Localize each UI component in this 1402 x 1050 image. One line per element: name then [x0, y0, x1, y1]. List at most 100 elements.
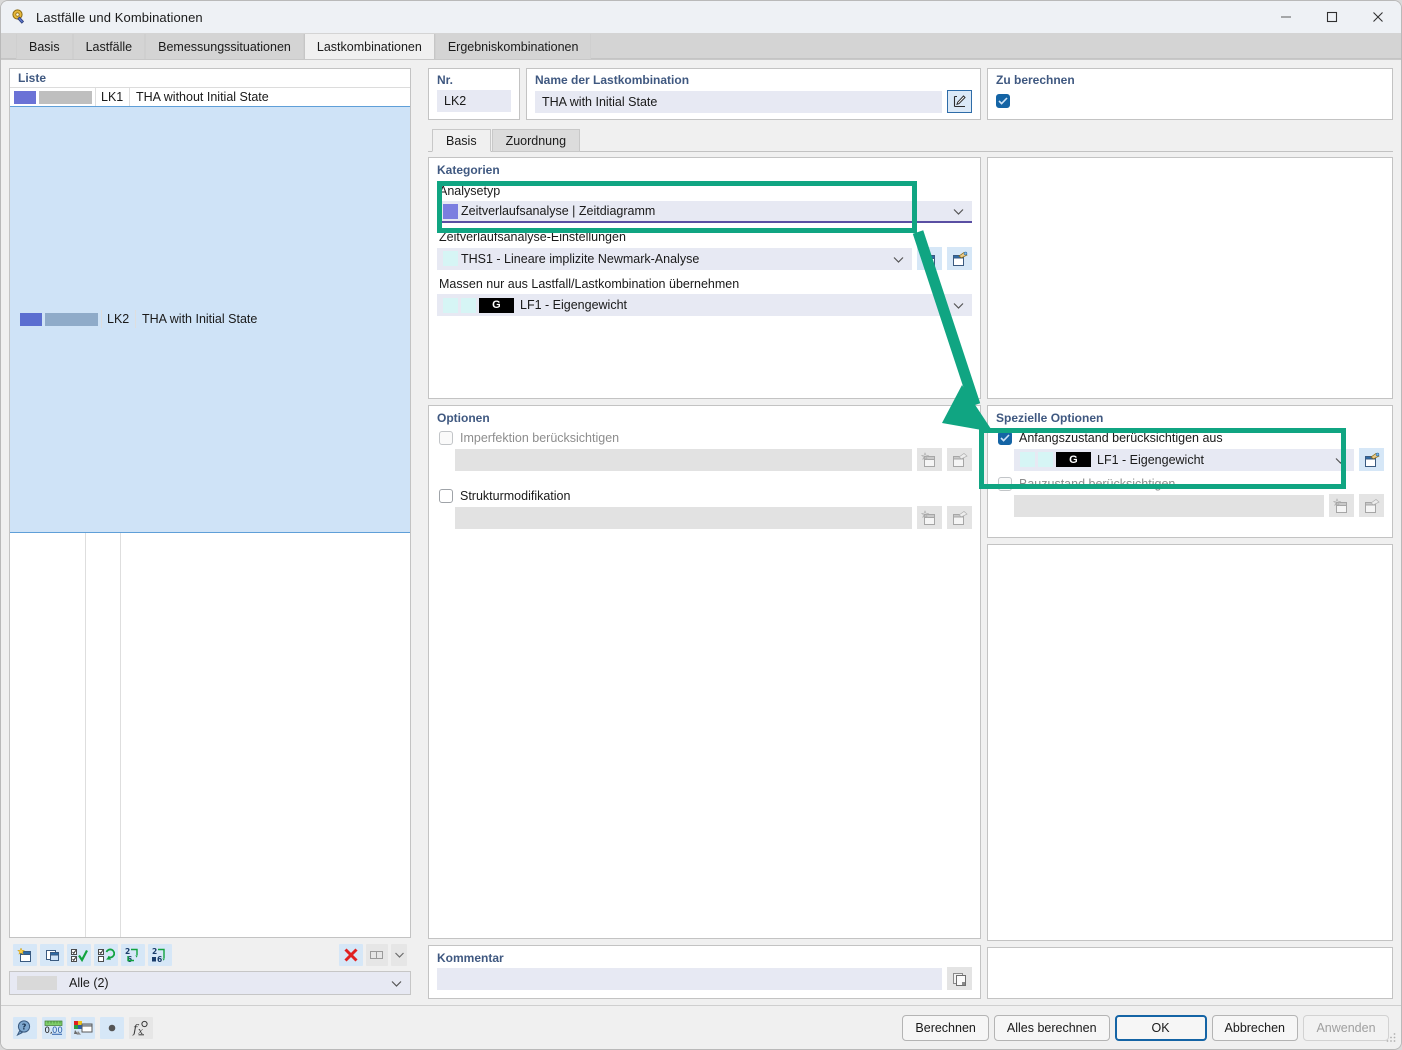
new-imperfection-button: [917, 448, 942, 471]
lower-blank-panel: [987, 544, 1393, 941]
close-icon[interactable]: [1355, 1, 1401, 33]
reorder-button[interactable]: 2 6: [148, 943, 172, 966]
anfangszustand-checkbox[interactable]: [998, 431, 1012, 445]
delete-button[interactable]: [339, 943, 363, 966]
main-tab-strip: Basis Lastfälle Bemessungssituationen La…: [1, 33, 1401, 60]
new-settings-button[interactable]: [917, 247, 942, 270]
edit-pencil-icon[interactable]: [947, 90, 972, 113]
list-empty-area[interactable]: [10, 532, 410, 937]
renumber-button[interactable]: 2 6: [121, 943, 145, 966]
row-color-swatch-secondary: [45, 312, 98, 326]
lock-key-icon: [10, 8, 28, 26]
spezielle-optionen-panel: Spezielle Optionen Anfangszustand berück…: [987, 405, 1393, 538]
dot-icon[interactable]: [100, 1016, 124, 1039]
window-title: Lastfälle und Kombinationen: [36, 9, 203, 25]
chevron-down-icon[interactable]: [391, 943, 407, 966]
comment-library-button[interactable]: [947, 967, 972, 990]
anfangszustand-label: Anfangszustand berücksichtigen aus: [1019, 431, 1223, 445]
zeitverlauf-einstellungen-select[interactable]: THS1 - Lineare implizite Newmark-Analyse: [437, 247, 912, 270]
combination-list[interactable]: Liste LK1 THA without Initial State LK2 …: [9, 68, 411, 938]
tab-ergebniskombinationen[interactable]: Ergebniskombinationen: [434, 34, 592, 59]
bauzustand-checkbox[interactable]: [998, 477, 1012, 491]
anfangszustand-row[interactable]: Anfangszustand berücksichtigen aus: [998, 431, 1384, 445]
resize-grip[interactable]: [1385, 1031, 1397, 1046]
new-item-button[interactable]: [13, 943, 37, 966]
units-button[interactable]: 0, 00: [42, 1016, 66, 1039]
strukturmodifikation-checkbox[interactable]: [439, 489, 453, 503]
nr-input[interactable]: LK2: [437, 90, 511, 112]
title-bar: Lastfälle und Kombinationen: [1, 1, 1401, 33]
help-search-button[interactable]: ?: [13, 1016, 37, 1039]
kommentar-panel: Kommentar: [428, 945, 981, 999]
calculate-button[interactable]: Berechnen: [902, 1014, 989, 1041]
right-column: Spezielle Optionen Anfangszustand berück…: [987, 157, 1393, 999]
inner-tab-basis[interactable]: Basis: [432, 129, 491, 152]
chevron-down-icon: [953, 298, 964, 312]
colors-window-icon[interactable]: [71, 1016, 95, 1039]
name-label: Name der Lastkombination: [535, 73, 690, 87]
chevron-down-icon: [893, 252, 904, 266]
imperfektion-checkbox[interactable]: [439, 431, 453, 445]
chevron-down-icon: [391, 976, 402, 990]
tab-content: Kategorien Analysetyp Zeitverlaufsanalys…: [428, 152, 1393, 1005]
new-modification-button: [917, 506, 942, 529]
invert-selection-button[interactable]: [94, 943, 118, 966]
settings-color-chip: [443, 251, 458, 266]
ok-button[interactable]: OK: [1114, 1014, 1207, 1041]
row-number: LK1: [101, 90, 124, 104]
minimize-icon[interactable]: [1263, 1, 1309, 33]
edit-settings-button[interactable]: [947, 247, 972, 270]
imperfektion-label: Imperfektion berücksichtigen: [460, 431, 620, 445]
imperfektion-row[interactable]: Imperfektion berücksichtigen: [439, 431, 972, 445]
list-panel: Liste LK1 THA without Initial State LK2 …: [9, 68, 411, 1005]
list-filter-row: Alle (2): [9, 971, 411, 997]
imperfektion-select: [455, 448, 912, 471]
svg-text:?: ?: [22, 1022, 27, 1031]
analysetyp-label: Analysetyp: [439, 184, 501, 198]
table-row[interactable]: LK1 THA without Initial State: [10, 88, 410, 106]
name-group: Name der Lastkombination THA with Initia…: [526, 68, 981, 120]
apply-button[interactable]: Anwenden: [1303, 1014, 1389, 1041]
calculate-all-button[interactable]: Alles berechnen: [993, 1014, 1110, 1041]
to-calculate-checkbox[interactable]: [996, 94, 1010, 108]
bauzustand-row[interactable]: Bauzustand berücksichtigen: [998, 477, 1384, 491]
massen-select[interactable]: G LF1 - Eigengewicht: [437, 294, 972, 316]
function-fx-icon[interactable]: f x: [129, 1016, 153, 1039]
tab-basis[interactable]: Basis: [16, 34, 73, 59]
row-color-swatch-secondary: [39, 90, 92, 104]
tab-lastfaelle[interactable]: Lastfälle: [72, 34, 146, 59]
filter-value: Alle (2): [69, 976, 109, 990]
strukturmodifikation-select: [455, 506, 912, 529]
bauzustand-label: Bauzustand berücksichtigen: [1019, 477, 1176, 491]
analysetyp-value: Zeitverlaufsanalyse | Zeitdiagramm: [461, 204, 656, 218]
columns-icon[interactable]: [366, 943, 388, 966]
edit-modification-button: [947, 506, 972, 529]
load-case-tag: G: [1056, 452, 1091, 467]
maximize-icon[interactable]: [1309, 1, 1355, 33]
tab-lastkombinationen[interactable]: Lastkombinationen: [303, 34, 435, 59]
anfangszustand-color-chip: [1020, 452, 1035, 467]
table-row[interactable]: LK2 THA with Initial State: [10, 106, 410, 533]
row-color-swatch-primary: [20, 312, 42, 326]
zeitverlauf-einstellungen-value: THS1 - Lineare implizite Newmark-Analyse: [461, 251, 700, 266]
list-toolbar: 2 6 2 6: [9, 938, 411, 971]
list-filter-select[interactable]: Alle (2): [9, 971, 411, 995]
name-input[interactable]: THA with Initial State: [535, 90, 942, 113]
tab-bemessungssituationen[interactable]: Bemessungssituationen: [145, 34, 304, 59]
edit-initial-state-button[interactable]: [1359, 448, 1384, 471]
zeitverlauf-einstellungen-label: Zeitverlaufsanalyse-Einstellungen: [439, 230, 626, 244]
copy-item-button[interactable]: [40, 943, 64, 966]
massen-color-chip-2: [461, 297, 476, 313]
row-name: THA with Initial State: [142, 312, 258, 327]
kommentar-input[interactable]: [437, 967, 942, 990]
to-calculate-group: Zu berechnen: [987, 68, 1393, 120]
row-color-swatch-primary: [14, 90, 36, 104]
anfangszustand-select[interactable]: G LF1 - Eigengewicht: [1014, 448, 1354, 471]
inner-tab-zuordnung[interactable]: Zuordnung: [491, 129, 581, 152]
select-all-button[interactable]: [67, 943, 91, 966]
analysetyp-color-chip: [443, 203, 458, 219]
strukturmodifikation-row[interactable]: Strukturmodifikation: [439, 489, 972, 503]
inner-tab-strip: Basis Zuordnung: [428, 127, 1393, 152]
cancel-button[interactable]: Abbrechen: [1211, 1014, 1298, 1041]
analysetyp-select[interactable]: Zeitverlaufsanalyse | Zeitdiagramm: [437, 201, 972, 223]
